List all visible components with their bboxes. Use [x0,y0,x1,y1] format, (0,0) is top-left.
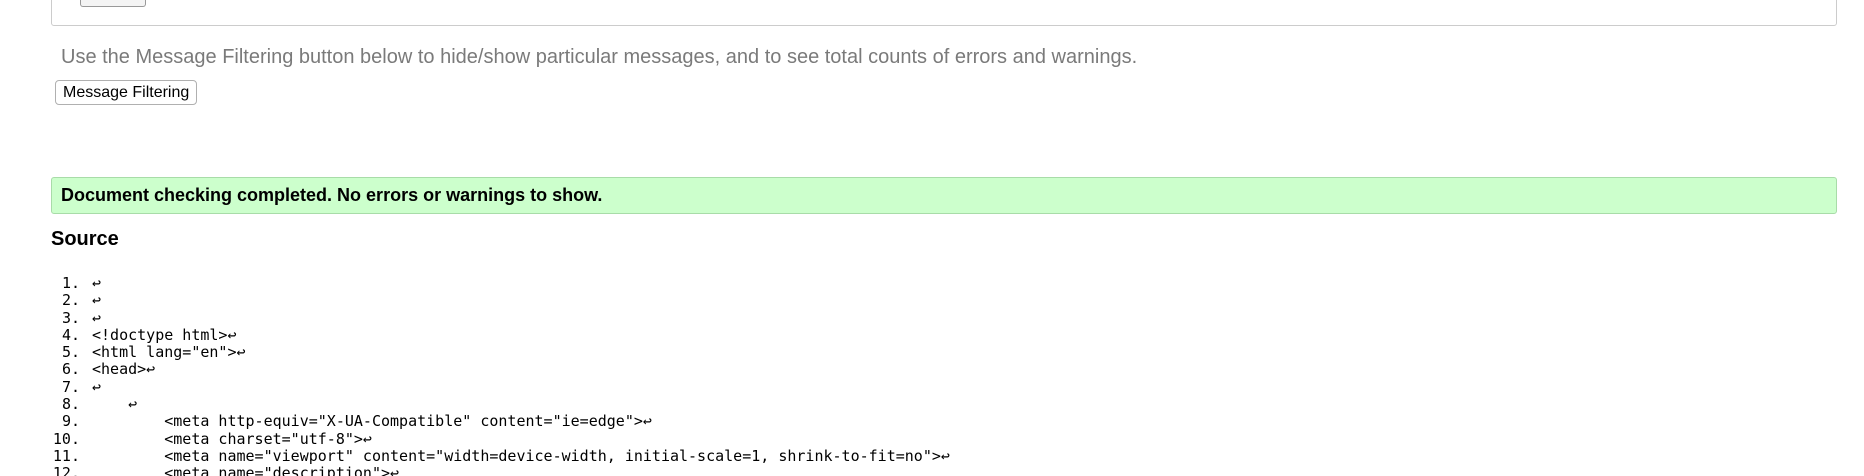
source-line: 2. ↩ [0,291,950,310]
line-number: 11. [52,446,80,465]
line-code: ↩ [92,308,102,327]
status-message: Document checking completed. No errors o… [61,185,603,205]
source-line: 1. ↩ [0,274,950,292]
line-code: ↩ [92,377,102,396]
line-number: 5. [61,343,80,362]
line-code: ↩ [92,395,138,414]
line-number: 3. [61,308,80,327]
line-number: 12. [52,464,80,476]
panel-button[interactable] [80,0,146,7]
source-line: 12. <meta name="description">↩ [0,464,950,476]
line-number: 4. [61,325,80,344]
source-line: 8. ↩ [0,395,950,414]
line-code: <html lang="en">↩ [92,343,246,362]
line-number: 6. [61,360,80,379]
message-filtering-button[interactable]: Message Filtering [55,80,198,105]
source-line: 5. <html lang="en">↩ [0,343,950,362]
line-code: <meta charset="utf-8">↩ [92,429,372,448]
line-number: 7. [61,377,80,396]
source-line: 10. <meta charset="utf-8">↩ [0,429,950,448]
line-number: 8. [61,395,80,414]
line-code: <!doctype html>↩ [92,325,237,344]
line-code: <meta name="viewport" content="width=dev… [92,446,950,465]
source-line: 4. <!doctype html>↩ [0,325,950,344]
line-number: 10. [52,429,80,448]
line-code: <meta name="description">↩ [92,464,400,476]
success-banner: Document checking completed. No errors o… [51,177,1837,214]
line-number: 2. [61,291,80,310]
line-code: ↩ [92,291,102,310]
line-number: 1. [61,274,80,292]
results-panel [51,0,1837,26]
source-line: 7. ↩ [0,377,950,396]
source-code-listing: 1. ↩ 2. ↩ 3. ↩ 4. <!doctype html>↩ 5. <html lang=… [0,274,950,476]
filtering-instructions: Use the Message Filtering button below t… [61,46,1138,68]
source-line: 3. ↩ [0,308,950,327]
line-code: <meta http-equiv="X-UA-Compatible" conte… [92,412,652,431]
line-code: <head>↩ [92,360,156,379]
line-number: 9. [61,412,80,431]
source-line: 9. <meta http-equiv="X-UA-Compatible" co… [0,412,950,431]
line-code: ↩ [92,274,102,292]
source-line: 11. <meta name="viewport" content="width… [0,446,950,465]
source-line: 6. <head>↩ [0,360,950,379]
source-heading: Source [51,228,119,250]
